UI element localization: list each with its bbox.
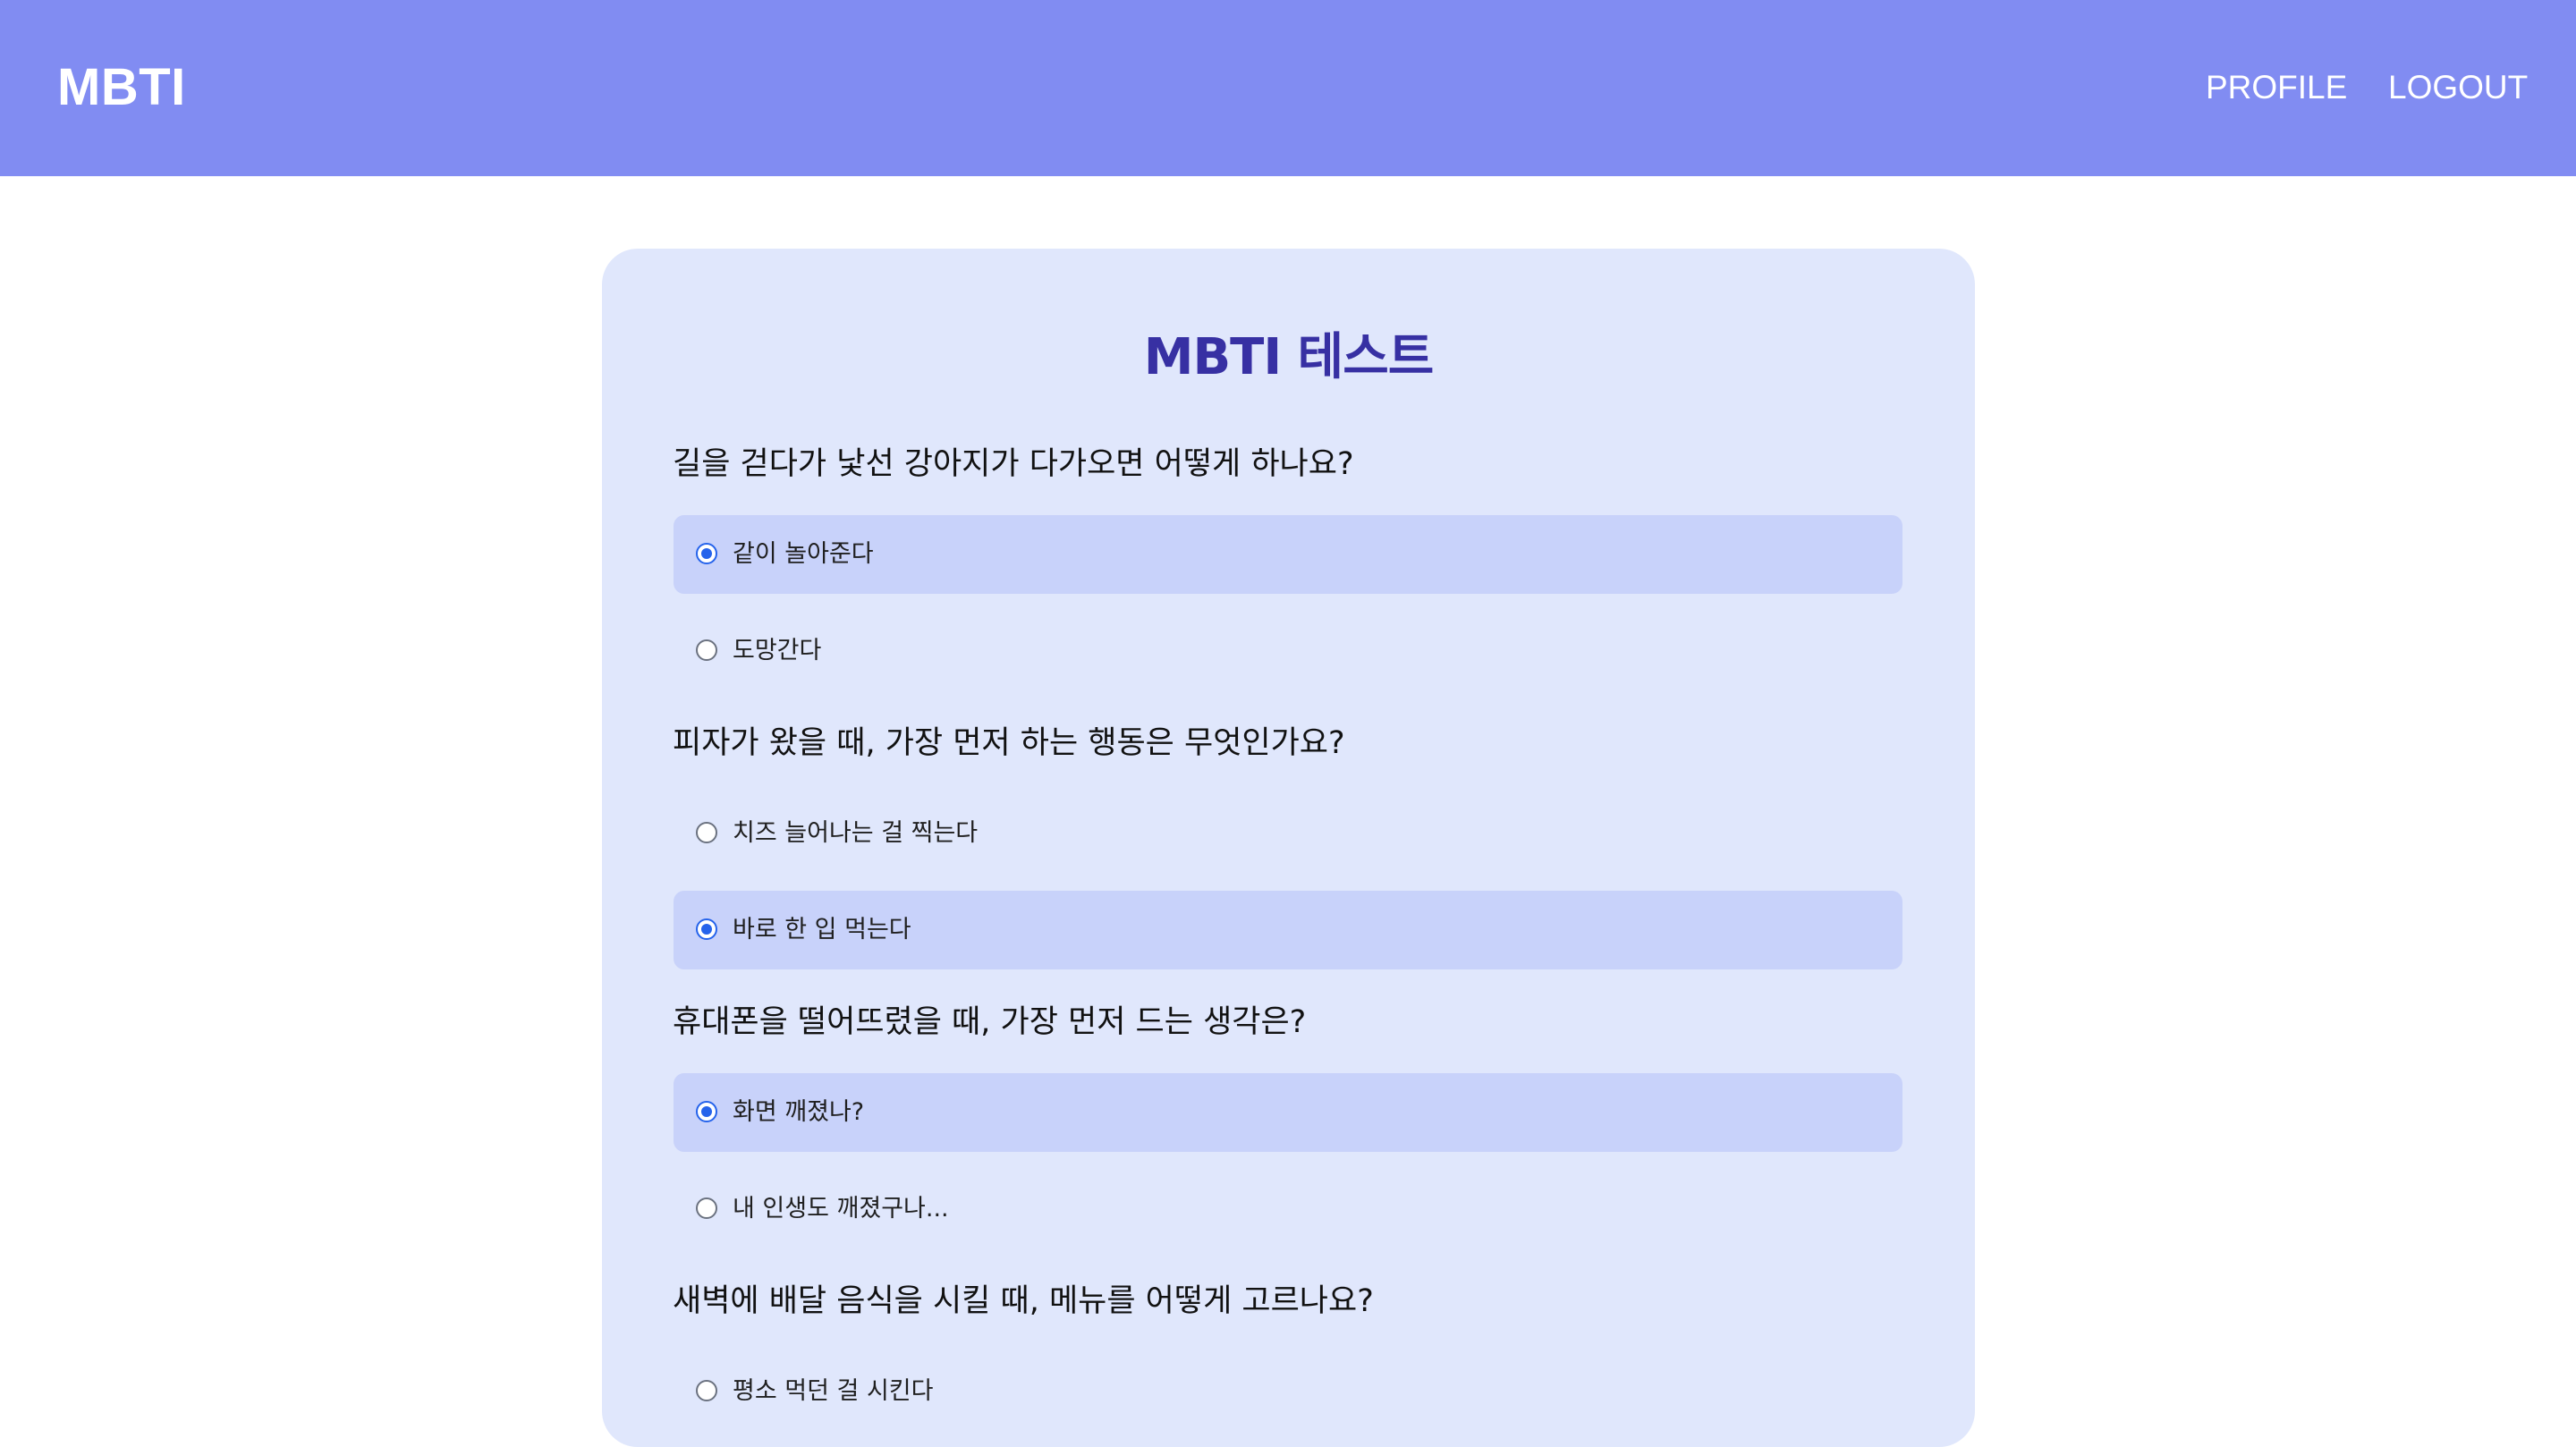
radio-checked-icon[interactable]: [696, 1101, 717, 1122]
radio-checked-icon[interactable]: [696, 918, 717, 940]
option-label: 치즈 늘어나는 걸 찍는다: [733, 819, 979, 847]
profile-link[interactable]: PROFILE: [2206, 64, 2347, 111]
radio-unchecked-icon[interactable]: [696, 1197, 717, 1219]
page-title: MBTI 테스트: [1143, 328, 1435, 386]
brand-logo[interactable]: MBTI: [57, 55, 186, 120]
option-label: 바로 한 입 먹는다: [733, 916, 911, 944]
question-4-option-1[interactable]: 평소 먹던 걸 시킨다: [674, 1352, 1902, 1431]
question-2-option-1[interactable]: 치즈 늘어나는 걸 찍는다: [674, 794, 1902, 873]
option-label: 평소 먹던 걸 시킨다: [733, 1377, 934, 1405]
question-3-text: 휴대폰을 떨어뜨렸을 때, 가장 먼저 드는 생각은?: [673, 1004, 1307, 1040]
radio-checked-icon[interactable]: [696, 543, 717, 564]
option-label: 같이 놀아준다: [733, 540, 874, 568]
question-1-text: 길을 걷다가 낯선 강아지가 다가오면 어떻게 하나요?: [673, 446, 1354, 482]
question-3-option-1[interactable]: 화면 깨졌나?: [674, 1073, 1902, 1152]
question-1-option-2[interactable]: 도망간다: [674, 612, 1902, 690]
logout-link[interactable]: LOGOUT: [2388, 64, 2528, 111]
question-3-option-2[interactable]: 내 인생도 깨졌구나...: [674, 1170, 1902, 1248]
radio-unchecked-icon[interactable]: [696, 822, 717, 843]
option-label: 화면 깨졌나?: [733, 1098, 865, 1126]
option-label: 내 인생도 깨졌구나...: [733, 1195, 949, 1223]
question-1-option-1[interactable]: 같이 놀아준다: [674, 515, 1902, 594]
test-card: MBTI 테스트 길을 걷다가 낯선 강아지가 다가오면 어떻게 하나요? 같이…: [602, 249, 1975, 1447]
radio-unchecked-icon[interactable]: [696, 1380, 717, 1401]
question-2-option-2[interactable]: 바로 한 입 먹는다: [674, 891, 1902, 969]
top-navbar: MBTI PROFILE LOGOUT: [0, 0, 2576, 176]
radio-unchecked-icon[interactable]: [696, 639, 717, 661]
question-4-text: 새벽에 배달 음식을 시킬 때, 메뉴를 어떻게 고르나요?: [673, 1283, 1374, 1319]
question-2-text: 피자가 왔을 때, 가장 먼저 하는 행동은 무엇인가요?: [673, 725, 1345, 761]
option-label: 도망간다: [733, 637, 822, 664]
